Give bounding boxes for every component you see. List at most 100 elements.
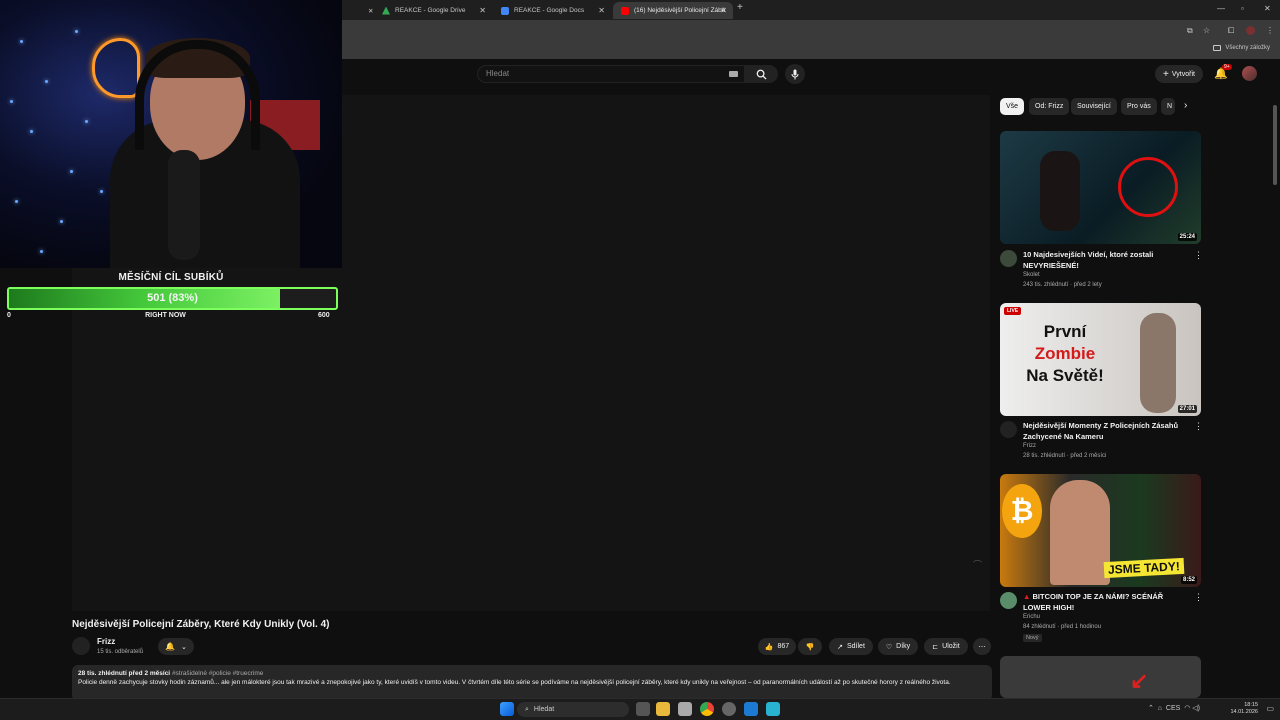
taskbar-search[interactable]: ⌕ Hledat xyxy=(517,702,629,717)
keyboard-icon[interactable] xyxy=(729,71,738,77)
system-clock[interactable]: 18:15 14.01.2026 xyxy=(1230,702,1258,716)
voice-search-button[interactable] xyxy=(785,64,805,84)
thanks-button[interactable]: ♡ Díky xyxy=(878,638,918,655)
close-icon[interactable]: ✕ xyxy=(598,6,605,15)
notification-center-icon[interactable]: ▭ xyxy=(1266,704,1274,713)
maximize-icon[interactable]: ▫ xyxy=(1241,4,1244,13)
thumb-line-3: Na Světě! xyxy=(1026,366,1104,385)
description-tags[interactable]: #strašidelné #policie #truecrime xyxy=(172,670,263,677)
tab-google-docs[interactable]: REAKCE - Google Docs ✕ xyxy=(493,2,611,19)
share-button[interactable]: ↗ Sdílet xyxy=(829,638,873,655)
subscribed-bell-button[interactable]: 🔔 ⌄ xyxy=(158,638,194,655)
rec-channel-avatar[interactable] xyxy=(1000,421,1017,438)
chip-more[interactable]: N xyxy=(1161,98,1175,115)
alert-icon: ▲ xyxy=(1023,592,1033,601)
star-icon[interactable]: ☆ xyxy=(1203,26,1210,35)
rec-channel[interactable]: Skolet xyxy=(1023,272,1040,278)
video-description[interactable]: 28 tis. zhlédnutí před 2 měsíci #strašid… xyxy=(72,665,992,701)
duration-badge: 25:24 xyxy=(1177,233,1197,241)
creature-figure xyxy=(1040,151,1080,231)
more-vert-icon[interactable]: ⋮ xyxy=(1194,250,1203,261)
rec-channel[interactable]: Frizz xyxy=(1023,443,1036,449)
thumbs-up-icon: 👍 xyxy=(764,643,774,651)
rec-channel-avatar[interactable] xyxy=(1000,250,1017,267)
more-vert-icon[interactable]: ⋮ xyxy=(1194,421,1203,432)
save-label: Uložit xyxy=(942,643,960,650)
chrome-icon[interactable] xyxy=(700,702,714,716)
tab-google-drive[interactable]: REAKCE - Google Drive ✕ xyxy=(374,2,492,19)
thumb-text: První Zombie Na Světě! xyxy=(1010,321,1120,387)
notes-app-icon[interactable] xyxy=(766,702,780,716)
rec-title[interactable]: ▲ BITCOIN TOP JE ZA NÁMI? SCÉNÁŘ LOWER H… xyxy=(1023,591,1188,613)
chip-all[interactable]: Vše xyxy=(1000,98,1025,115)
close-icon[interactable]: ✕ xyxy=(479,6,486,15)
goal-mid-label: RIGHT NOW xyxy=(145,312,186,319)
rec-title[interactable]: 10 Najdesivejších Videí, ktoré zostali N… xyxy=(1023,249,1188,271)
player-overlay-icon: ⌒ xyxy=(972,560,982,570)
bookmark-icon: ⊏ xyxy=(932,643,939,651)
chevron-right-icon[interactable]: › xyxy=(1184,100,1187,111)
microphone xyxy=(168,150,200,260)
cast-icon[interactable]: ⧉ xyxy=(1187,26,1193,36)
more-icon: ⋯ xyxy=(978,643,986,651)
user-avatar[interactable] xyxy=(1242,66,1257,81)
vscode-icon[interactable] xyxy=(744,702,758,716)
volume-icon[interactable]: ◁) xyxy=(1192,705,1200,712)
language-indicator[interactable]: CES xyxy=(1166,705,1180,712)
rec-channel[interactable]: Erichu xyxy=(1023,614,1040,620)
webcam-overlay xyxy=(0,0,342,268)
scrollbar-thumb[interactable] xyxy=(1273,105,1277,185)
store-icon[interactable] xyxy=(678,702,692,716)
create-button[interactable]: + Vytvořit xyxy=(1155,65,1203,83)
rec-channel-avatar[interactable] xyxy=(1000,592,1017,609)
channel-avatar[interactable] xyxy=(72,637,90,655)
arrow-icon: ↙ xyxy=(1130,668,1149,693)
minimize-icon[interactable]: — xyxy=(1217,4,1225,13)
drive-icon xyxy=(382,6,390,15)
chevron-up-icon[interactable]: ⌃ xyxy=(1148,705,1154,712)
network-icon[interactable]: ⌂ xyxy=(1158,705,1162,712)
tab-close-icon[interactable]: ✕ xyxy=(360,2,373,19)
subscriber-count: 15 tis. odběratelů xyxy=(97,649,144,655)
rec-thumbnail[interactable]: 25:24 xyxy=(1000,131,1201,244)
clock-date: 14.01.2026 xyxy=(1230,709,1258,715)
save-button[interactable]: ⊏ Uložit xyxy=(924,638,968,655)
like-count: 867 xyxy=(777,643,790,650)
file-explorer-icon[interactable] xyxy=(656,702,670,716)
new-tab-icon[interactable]: + xyxy=(737,2,743,13)
chip-for-you[interactable]: Pro vás xyxy=(1121,98,1157,115)
windows-start-icon[interactable] xyxy=(500,702,514,716)
system-tray[interactable]: ⌃ ⌂ CES ◠ ◁) xyxy=(1148,704,1200,712)
youtube-icon xyxy=(621,6,629,15)
person-figure xyxy=(1050,480,1110,585)
rec-thumbnail[interactable]: ↙ xyxy=(1000,656,1201,698)
chip-from-channel[interactable]: Od: Frizz xyxy=(1029,98,1070,115)
rec-title-text: BITCOIN TOP JE ZA NÁMI? SCÉNÁŘ LOWER HIG… xyxy=(1023,592,1164,612)
close-icon[interactable]: ✕ xyxy=(720,6,727,15)
rec-title[interactable]: Nejděsivější Momenty Z Policejních Zásah… xyxy=(1023,420,1188,442)
window-close-icon[interactable]: ✕ xyxy=(1264,4,1271,13)
profile-icon[interactable] xyxy=(1246,26,1255,35)
more-vert-icon[interactable]: ⋮ xyxy=(1194,592,1203,603)
menu-icon[interactable]: ⋮ xyxy=(1266,26,1274,35)
rec-thumbnail[interactable]: První Zombie Na Světě! 27:01 xyxy=(1000,303,1201,416)
rec-thumbnail[interactable]: ₿ JSME TADY! 8:52 xyxy=(1000,474,1201,587)
more-actions-button[interactable]: ⋯ xyxy=(973,638,991,655)
search-button[interactable] xyxy=(744,65,778,83)
search-input[interactable]: Hledat xyxy=(477,65,777,83)
app-icon[interactable] xyxy=(722,702,736,716)
duration-badge: 8:52 xyxy=(1180,576,1197,584)
chip-related[interactable]: Související xyxy=(1071,98,1117,115)
channel-name[interactable]: Frizz xyxy=(97,637,115,646)
task-view-icon[interactable] xyxy=(636,702,650,716)
sub-goal-text: 501 (83%) xyxy=(147,292,198,304)
all-bookmarks[interactable]: Všechny záložky xyxy=(1213,45,1270,51)
extensions-icon[interactable]: ⧠ xyxy=(1228,26,1234,36)
thumb-banner: JSME TADY! xyxy=(1103,557,1185,579)
dislike-button[interactable]: 👎 xyxy=(798,638,822,655)
search-icon: ⌕ xyxy=(525,705,529,713)
like-button[interactable]: 👍 867 xyxy=(758,638,796,655)
page-scrollbar[interactable] xyxy=(1273,95,1278,695)
wifi-icon[interactable]: ◠ xyxy=(1184,705,1190,712)
tab-youtube[interactable]: (16) Nejděsivější Policejní Zábě ✕ xyxy=(613,2,733,19)
